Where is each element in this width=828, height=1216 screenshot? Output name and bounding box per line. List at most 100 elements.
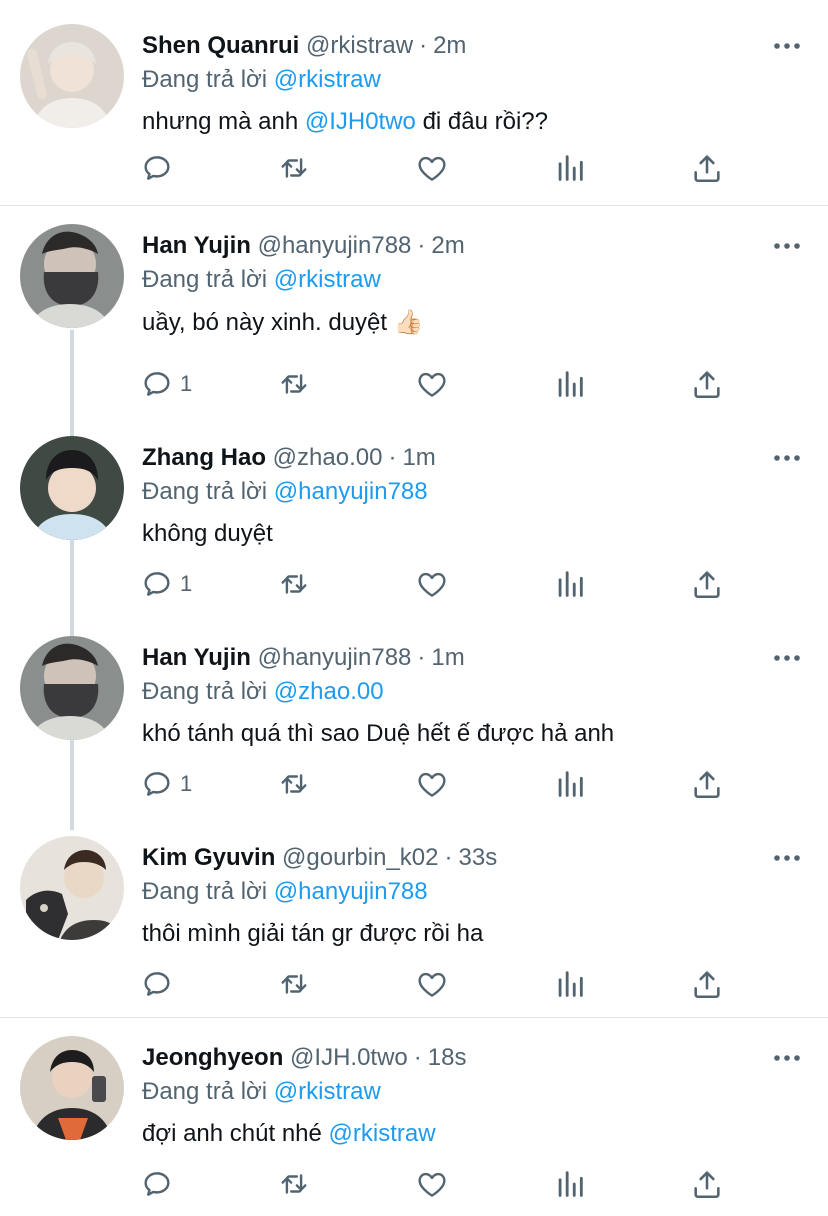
display-name[interactable]: Jeonghyeon: [142, 1044, 283, 1071]
display-name[interactable]: Han Yujin: [142, 644, 251, 671]
tweet-header: Kim Gyuvin @gourbin_k02 · 33s: [142, 844, 497, 872]
share-button[interactable]: [690, 150, 724, 186]
display-name[interactable]: Kim Gyuvin: [142, 844, 275, 871]
reply-mention-link[interactable]: @rkistraw: [274, 66, 381, 93]
analytics-icon: [553, 567, 587, 601]
like-button[interactable]: [415, 1166, 449, 1202]
analytics-icon: [553, 1167, 587, 1201]
tweet-text-part: không duyệt: [142, 520, 273, 547]
user-handle[interactable]: @IJH.0two: [290, 1044, 408, 1071]
heart-icon: [415, 967, 449, 1001]
avatar[interactable]: [20, 836, 124, 940]
more-options-icon[interactable]: [772, 652, 802, 664]
tweet-text-part: nhưng mà anh: [142, 108, 305, 135]
reply-count: 1: [180, 571, 193, 596]
reply-mention-link[interactable]: @zhao.00: [274, 678, 384, 705]
reply-button[interactable]: [140, 150, 180, 186]
heart-icon: [415, 367, 449, 401]
views-button[interactable]: [553, 366, 587, 402]
tweet[interactable]: Shen Quanrui @rkistraw · 2m Đang trả lời @…: [0, 22, 828, 202]
avatar[interactable]: [20, 224, 124, 328]
timestamp[interactable]: 2m: [433, 32, 466, 59]
timestamp[interactable]: 2m: [431, 232, 464, 259]
retweet-button[interactable]: [277, 150, 311, 186]
share-button[interactable]: [690, 1166, 724, 1202]
tweet-actions: [140, 1166, 740, 1202]
share-button[interactable]: [690, 966, 724, 1002]
tweet-text-part: đợi anh chút nhé: [142, 1120, 329, 1147]
display-name[interactable]: Han Yujin: [142, 232, 251, 259]
more-options-icon[interactable]: [772, 1052, 802, 1064]
timestamp[interactable]: 1m: [402, 444, 435, 471]
share-button[interactable]: [690, 366, 724, 402]
reply-mention-link[interactable]: @rkistraw: [274, 266, 381, 293]
display-name[interactable]: Zhang Hao: [142, 444, 266, 471]
tweet-text: đợi anh chút nhé @rkistraw: [142, 1120, 436, 1148]
reply-mention-link[interactable]: @rkistraw: [274, 1078, 381, 1105]
reply-button[interactable]: 1: [140, 366, 192, 402]
tweet-header: Jeonghyeon @IJH.0two · 18s: [142, 1044, 466, 1072]
retweet-icon: [277, 767, 311, 801]
user-handle[interactable]: @gourbin_k02: [282, 844, 438, 871]
tweet-actions: 1: [140, 766, 740, 802]
reply-icon: [140, 151, 174, 185]
views-button[interactable]: [553, 1166, 587, 1202]
reply-button[interactable]: [140, 1166, 180, 1202]
views-button[interactable]: [553, 966, 587, 1002]
retweet-button[interactable]: [277, 966, 311, 1002]
tweet[interactable]: Kim Gyuvin @gourbin_k02 · 33s Đang trả lời…: [0, 834, 828, 1014]
avatar[interactable]: [20, 436, 124, 540]
retweet-button[interactable]: [277, 1166, 311, 1202]
reply-button[interactable]: [140, 966, 180, 1002]
reply-mention-link[interactable]: @hanyujin788: [274, 878, 428, 905]
avatar[interactable]: [20, 1036, 124, 1140]
user-handle[interactable]: @hanyujin788: [258, 644, 412, 671]
user-handle[interactable]: @rkistraw: [306, 32, 413, 59]
like-button[interactable]: [415, 766, 449, 802]
mention-link[interactable]: @IJH0two: [305, 108, 416, 135]
share-button[interactable]: [690, 566, 724, 602]
more-options-icon[interactable]: [772, 452, 802, 464]
timestamp[interactable]: 18s: [428, 1044, 467, 1071]
reply-mention-link[interactable]: @hanyujin788: [274, 478, 428, 505]
avatar[interactable]: [20, 24, 124, 128]
user-handle[interactable]: @zhao.00: [273, 444, 383, 471]
retweet-icon: [277, 567, 311, 601]
retweet-button[interactable]: [277, 566, 311, 602]
retweet-button[interactable]: [277, 766, 311, 802]
separator-dot: ·: [388, 444, 397, 471]
tweet-actions: [140, 966, 740, 1002]
views-button[interactable]: [553, 150, 587, 186]
reply-button[interactable]: 1: [140, 766, 192, 802]
views-button[interactable]: [553, 566, 587, 602]
reply-button[interactable]: 1: [140, 566, 192, 602]
reply-prefix: Đang trả lời: [142, 266, 268, 293]
retweet-button[interactable]: [277, 366, 311, 402]
like-button[interactable]: [415, 966, 449, 1002]
tweet[interactable]: Han Yujin @hanyujin788 · 2m Đang trả lời @…: [0, 222, 828, 412]
tweet[interactable]: Jeonghyeon @IJH.0two · 18s Đang trả lời @r…: [0, 1034, 828, 1216]
share-button[interactable]: [690, 766, 724, 802]
more-options-icon[interactable]: [772, 40, 802, 52]
tweet[interactable]: Zhang Hao @zhao.00 · 1m Đang trả lời @hany…: [0, 434, 828, 624]
timestamp[interactable]: 33s: [459, 844, 498, 871]
user-handle[interactable]: @hanyujin788: [258, 232, 412, 259]
tweet[interactable]: Han Yujin @hanyujin788 · 1m Đang trả lời @…: [0, 634, 828, 824]
tweet-text: thôi mình giải tán gr được rồi ha: [142, 920, 483, 948]
like-button[interactable]: [415, 366, 449, 402]
more-options-icon[interactable]: [772, 240, 802, 252]
heart-icon: [415, 567, 449, 601]
mention-link[interactable]: @rkistraw: [329, 1120, 436, 1147]
views-button[interactable]: [553, 766, 587, 802]
tweet-actions: [140, 150, 740, 186]
display-name[interactable]: Shen Quanrui: [142, 32, 299, 59]
avatar[interactable]: [20, 636, 124, 740]
reply-icon: [140, 367, 174, 401]
retweet-icon: [277, 151, 311, 185]
timestamp[interactable]: 1m: [431, 644, 464, 671]
reply-icon: [140, 567, 174, 601]
more-options-icon[interactable]: [772, 852, 802, 864]
like-button[interactable]: [415, 150, 449, 186]
reply-prefix: Đang trả lời: [142, 478, 268, 505]
like-button[interactable]: [415, 566, 449, 602]
